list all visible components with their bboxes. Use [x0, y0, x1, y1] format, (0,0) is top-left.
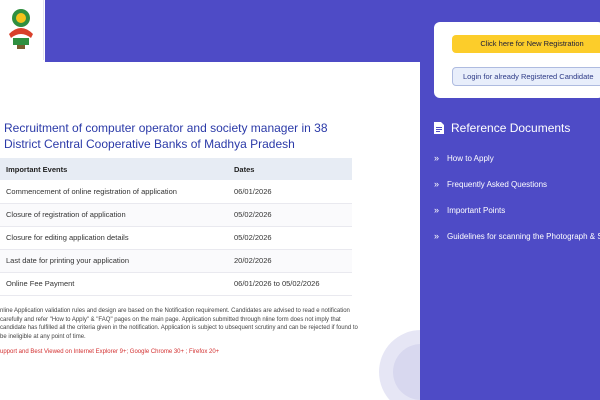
date-cell: 06/01/2026 to 05/02/2026	[228, 272, 352, 296]
table-row: Closure of registration of application 0…	[0, 203, 352, 227]
reference-link-label: Frequently Asked Questions	[447, 179, 548, 189]
chevron-double-right-icon: »	[434, 153, 440, 163]
chevron-double-right-icon: »	[434, 231, 440, 241]
browser-support-note: upport and Best Viewed on Internet Explo…	[0, 349, 220, 355]
date-cell: 06/01/2026	[228, 180, 352, 204]
table-header-row: Important Events Dates	[0, 158, 352, 180]
chevron-double-right-icon: »	[434, 205, 440, 215]
reference-link-how-to-apply[interactable]: » How to Apply	[434, 145, 600, 171]
events-column-header: Important Events	[0, 158, 228, 180]
header-band	[0, 0, 420, 62]
reference-documents-list: » How to Apply » Frequently Asked Questi…	[434, 145, 600, 249]
event-cell: Commencement of online registration of a…	[0, 180, 228, 204]
login-card	[434, 22, 600, 98]
table-row: Commencement of online registration of a…	[0, 180, 352, 204]
reference-link-label: Important Points	[447, 205, 506, 215]
new-registration-button[interactable]: Click here for New Registration	[452, 35, 600, 53]
date-cell: 05/02/2026	[228, 226, 352, 250]
table-row: Closure for editing application details …	[0, 226, 352, 250]
reference-link-important-points[interactable]: » Important Points	[434, 197, 600, 223]
validation-note: nline Application validation rules and d…	[0, 308, 358, 340]
reference-heading-text: Reference Documents	[451, 121, 571, 135]
date-cell: 05/02/2026	[228, 203, 352, 227]
reference-documents-heading: Reference Documents	[434, 121, 570, 135]
reference-link-faq[interactable]: » Frequently Asked Questions	[434, 171, 600, 197]
chevron-double-right-icon: »	[434, 179, 440, 189]
reference-link-guidelines[interactable]: » Guidelines for scanning the Photograph…	[434, 223, 600, 249]
table-row: Last date for printing your application …	[0, 249, 352, 273]
event-cell: Closure of registration of application	[0, 203, 228, 227]
event-cell: Closure for editing application details	[0, 226, 228, 250]
event-cell: Last date for printing your application	[0, 249, 228, 273]
reference-link-label: Guidelines for scanning the Photograph &…	[447, 231, 600, 241]
dates-column-header: Dates	[228, 158, 352, 180]
event-cell: Online Fee Payment	[0, 272, 228, 296]
document-icon	[434, 122, 444, 134]
page: Recruitment of computer operator and soc…	[0, 0, 600, 400]
date-cell: 20/02/2026	[228, 249, 352, 273]
important-events-table: Important Events Dates Commencement of o…	[0, 158, 352, 296]
logo[interactable]	[0, 0, 44, 60]
registered-login-button[interactable]: Login for already Registered Candidate	[452, 67, 600, 86]
emblem-icon	[9, 9, 33, 49]
page-title: Recruitment of computer operator and soc…	[4, 121, 328, 151]
table-row: Online Fee Payment 06/01/2026 to 05/02/2…	[0, 272, 352, 296]
reference-link-label: How to Apply	[447, 153, 494, 163]
